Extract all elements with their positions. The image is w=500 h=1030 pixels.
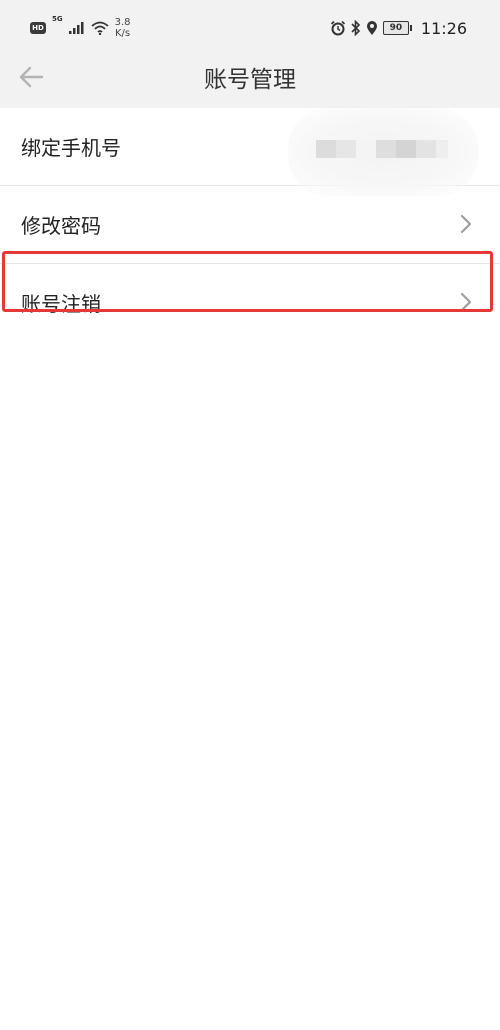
wifi-icon (91, 21, 109, 35)
alarm-icon (330, 20, 346, 36)
speed-unit: K/s (115, 28, 131, 39)
highlight-box (2, 251, 493, 312)
network-speed: 3.8 K/s (115, 17, 131, 39)
bind-phone-row[interactable]: 绑定手机号 (0, 108, 500, 196)
status-right: 90 11:26 (330, 14, 467, 42)
network-type-label: 5G (52, 15, 63, 23)
hd-icon: HD (30, 22, 46, 34)
phone-number-blurred (288, 108, 478, 196)
status-bar: HD 5G 3.8 K/s 90 11:26 (0, 0, 500, 56)
clock: 11:26 (420, 18, 467, 38)
bluetooth-icon (351, 20, 361, 36)
chevron-right-icon (460, 214, 472, 234)
change-password-label: 修改密码 (21, 214, 101, 238)
page-title: 账号管理 (204, 67, 296, 93)
signal-icon (68, 22, 84, 34)
speed-value: 3.8 (114, 17, 131, 28)
status-left: HD 5G 3.8 K/s (30, 14, 131, 42)
bind-phone-label: 绑定手机号 (21, 136, 121, 160)
battery-level: 90 (382, 21, 409, 35)
battery-tip (409, 25, 412, 31)
battery-icon: 90 (382, 21, 412, 35)
nav-bar: 账号管理 (0, 56, 500, 96)
location-icon (366, 21, 377, 35)
